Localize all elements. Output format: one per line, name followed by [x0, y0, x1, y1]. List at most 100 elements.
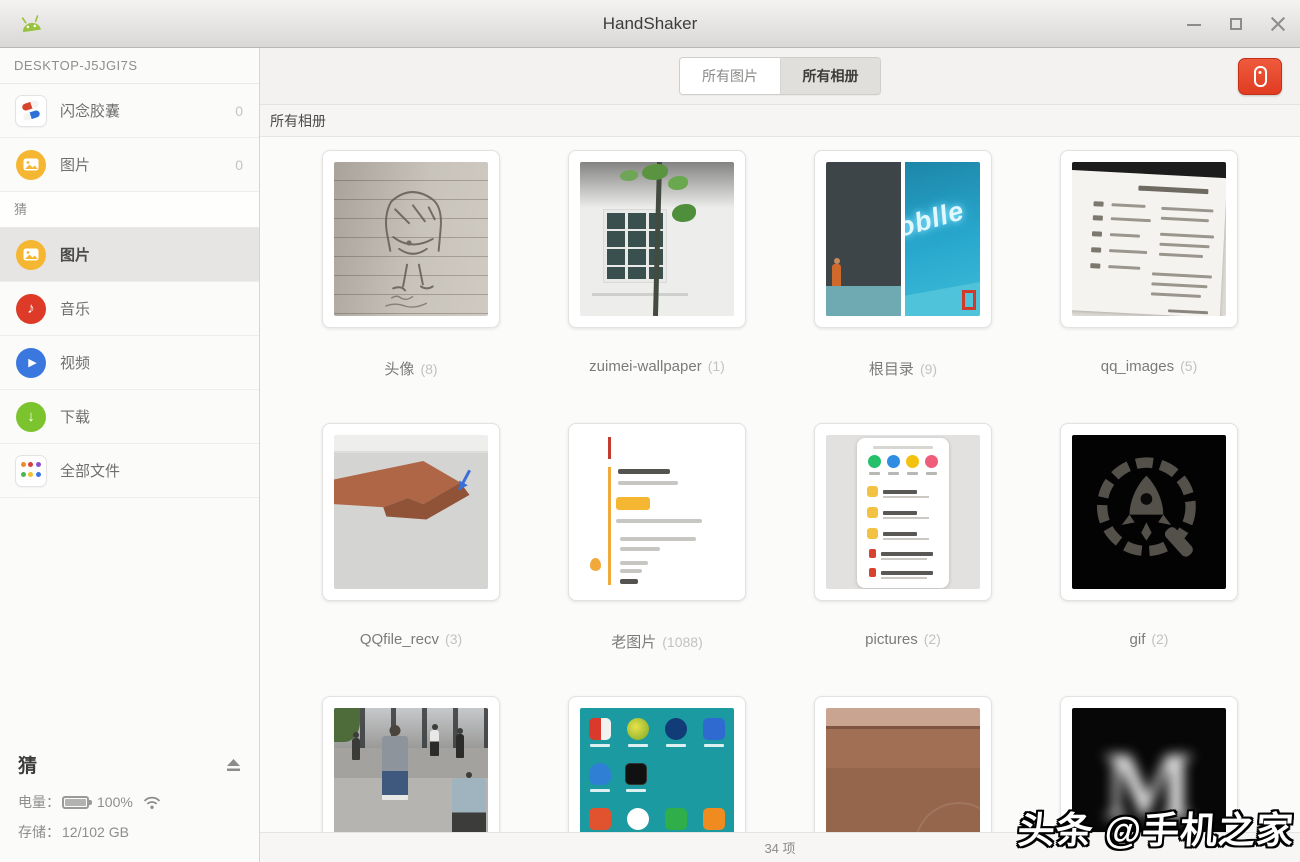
main-panel: 所有图片 所有相册 所有相册 [260, 48, 1300, 862]
sketch-thumb-art [334, 162, 488, 316]
album-label: QQfile_recv (3) [360, 631, 462, 648]
leather-thumb-art [826, 708, 980, 832]
download-icon: ↓ [16, 402, 46, 432]
close-button[interactable] [1270, 16, 1286, 32]
album-label: qq_images (5) [1101, 358, 1198, 375]
album-name: gif [1130, 631, 1146, 648]
album-name: pictures [865, 631, 918, 648]
rocket-q-logo [1084, 447, 1214, 577]
phone-screenshot [857, 438, 949, 588]
maximize-button[interactable] [1228, 16, 1244, 32]
tab-all-albums[interactable]: 所有相册 [780, 58, 880, 94]
album-card: QQfile_recv (3) [288, 423, 534, 696]
album-count: (8) [420, 361, 437, 377]
sidebar-item-label: 下载 [60, 406, 243, 427]
album-card: zuimei-wallpaper (1) [534, 150, 780, 423]
storage-value: 12/102 GB [62, 824, 129, 840]
battery-status: 电量： 100% [18, 792, 241, 812]
album-card: pictures (2) [780, 423, 1026, 696]
document-thumb-art [1072, 162, 1226, 316]
music-icon: ♪ [16, 294, 46, 324]
album-count: (1) [708, 358, 725, 374]
device-name: 猜 [18, 751, 37, 778]
window-title: HandShaker [0, 14, 1300, 34]
sidebar-item-video[interactable]: ▶ 视频 [0, 336, 259, 390]
battery-percent: 100% [97, 794, 133, 810]
album-card: qq_images (5) [1026, 150, 1272, 423]
neon-text: oblle [905, 195, 968, 244]
capsule-red-button[interactable] [1238, 58, 1282, 95]
images-icon [16, 240, 46, 270]
album-label: 老图片 (1088) [611, 631, 702, 652]
album-name: 头像 [384, 358, 414, 379]
phone-icon [1254, 66, 1267, 87]
yellow-button [616, 497, 650, 510]
eject-icon[interactable] [226, 758, 241, 772]
album-thumbnail-pictures[interactable] [814, 423, 992, 601]
album-count: (3) [445, 631, 462, 647]
titlebar: HandShaker [0, 0, 1300, 48]
tab-all-pictures[interactable]: 所有图片 [680, 58, 780, 94]
album-name: qq_images [1101, 358, 1174, 375]
chat-thumb-art [580, 435, 734, 589]
album-count: (1088) [662, 634, 702, 650]
album-thumbnail-qqimages[interactable] [1060, 150, 1238, 328]
red-frame [962, 290, 976, 310]
battery-icon [62, 796, 89, 809]
capsule-icon [16, 96, 46, 126]
storage-status: 存储： 12/102 GB [18, 822, 241, 842]
sidebar-item-pictures-device[interactable]: 图片 [0, 228, 259, 282]
minimize-button[interactable] [1186, 16, 1202, 32]
album-thumbnail-root[interactable]: oblle [814, 150, 992, 328]
watermark: 头条 @手机之家 [1016, 800, 1296, 854]
album-thumbnail-leather[interactable] [814, 696, 992, 832]
battery-label: 电量： [18, 792, 60, 812]
street-thumb-art [334, 708, 488, 832]
album-card: 老图片 (1088) [534, 423, 780, 696]
album-name: 根目录 [869, 358, 914, 379]
album-label: gif (2) [1130, 631, 1169, 648]
sidebar-item-label: 视频 [60, 352, 243, 373]
storage-label: 存储： [18, 822, 60, 842]
album-thumbnail-homescreen[interactable] [568, 696, 746, 832]
pencil-sketch-face [334, 162, 488, 316]
blue-arrow [458, 470, 471, 491]
gif-thumb-art [1072, 435, 1226, 589]
album-thumbnail-gif[interactable] [1060, 423, 1238, 601]
sidebar-item-pictures-computer[interactable]: 图片 0 [0, 138, 259, 192]
album-label: pictures (2) [865, 631, 941, 648]
album-label: zuimei-wallpaper (1) [589, 358, 725, 375]
view-switcher: 所有图片 所有相册 [679, 57, 881, 95]
homescreen-thumb-art [580, 708, 734, 832]
album-card: gif (2) [1026, 423, 1272, 696]
wallpaper-thumb-art [580, 162, 734, 316]
sidebar-item-count: 0 [235, 157, 243, 173]
album-card-partial [534, 696, 780, 832]
album-count: (2) [1151, 631, 1168, 647]
album-count: (2) [924, 631, 941, 647]
toolbar: 所有图片 所有相册 [260, 48, 1300, 105]
album-thumbnail-wallpaper[interactable] [568, 150, 746, 328]
sidebar-item-label: 图片 [60, 244, 243, 265]
sidebar-item-download[interactable]: ↓ 下载 [0, 390, 259, 444]
window-controls [1186, 0, 1286, 48]
album-thumbnail-oldpics[interactable] [568, 423, 746, 601]
album-name: QQfile_recv [360, 631, 439, 648]
sidebar-item-label: 全部文件 [60, 460, 243, 481]
album-card: oblle 根目录 (9) [780, 150, 1026, 423]
sidebar-item-all-files[interactable]: 全部文件 [0, 444, 259, 498]
video-icon: ▶ [16, 348, 46, 378]
sidebar-item-music[interactable]: ♪ 音乐 [0, 282, 259, 336]
album-thumbnail-qqfile[interactable] [322, 423, 500, 601]
album-name: 老图片 [611, 631, 656, 652]
album-thumbnail-street[interactable] [322, 696, 500, 832]
wifi-icon [143, 795, 161, 810]
sidebar-item-label: 音乐 [60, 298, 243, 319]
sidebar-item-label: 闪念胶囊 [60, 100, 235, 121]
albums-grid: 头像 (8) [288, 150, 1272, 832]
images-icon [16, 150, 46, 180]
album-thumbnail-sketch[interactable] [322, 150, 500, 328]
yellow-drop [590, 558, 601, 571]
device-section-label: 猜 [0, 192, 259, 228]
sidebar-item-idea-capsule[interactable]: 闪念胶囊 0 [0, 84, 259, 138]
